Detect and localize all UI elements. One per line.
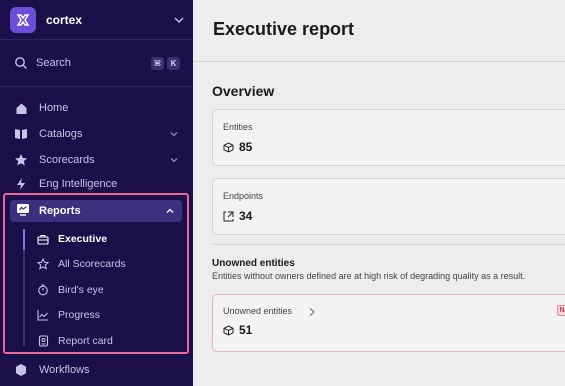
- cube-icon: [223, 324, 234, 336]
- divider: [212, 244, 565, 245]
- main-content: Executive report Overview Entities 85 En…: [193, 0, 565, 386]
- divider: [193, 61, 565, 62]
- section-title-unowned: Unowned entities: [212, 258, 295, 269]
- submenu-item-label: Executive: [58, 233, 108, 245]
- metric-value: 51: [239, 323, 253, 337]
- line-chart-icon: [37, 309, 49, 321]
- nav-item-eng-intelligence[interactable]: Eng Intelligence: [14, 174, 180, 194]
- submenu-item-label: All Scorecards: [58, 258, 126, 270]
- metric-card-endpoints[interactable]: Endpoints 34: [212, 178, 565, 235]
- chevron-down-icon: [170, 158, 178, 163]
- briefcase-icon: [37, 233, 49, 245]
- divider: [0, 86, 193, 87]
- nav-item-label: Workflows: [39, 364, 90, 376]
- chevron-down-icon: [170, 132, 178, 137]
- nav-item-label: Home: [39, 102, 69, 114]
- nav-item-label: Eng Intelligence: [39, 178, 118, 190]
- submenu-item-label: Progress: [58, 309, 101, 321]
- chevron-down-icon[interactable]: [172, 13, 186, 27]
- report-card-icon: [37, 335, 49, 347]
- metric-label: Entities: [223, 122, 253, 132]
- endpoint-icon: [223, 211, 234, 221]
- submenu-item-progress[interactable]: Progress: [37, 306, 177, 324]
- star-icon: [14, 153, 28, 167]
- active-indicator: [23, 229, 25, 250]
- search-label: Search: [36, 57, 71, 69]
- book-icon: [14, 127, 28, 141]
- metric-card-entities[interactable]: Entities 85: [212, 109, 565, 166]
- divider: [0, 39, 193, 40]
- lightning-icon: [14, 177, 28, 191]
- metric-label: Unowned entities: [223, 306, 293, 316]
- star-outline-icon: [37, 258, 49, 270]
- workspace-switcher[interactable]: cortex: [10, 7, 186, 33]
- nav-item-home[interactable]: Home: [14, 98, 180, 118]
- nav-item-label: Reports: [39, 205, 81, 217]
- chevron-right-icon[interactable]: [308, 307, 316, 317]
- nav-item-scorecards[interactable]: Scorecards: [14, 150, 180, 170]
- section-description: Entities without owners defined are at h…: [212, 271, 526, 281]
- submenu-item-label: Bird's eye: [58, 284, 104, 296]
- shortcut-key: ⌘: [151, 56, 164, 70]
- nav-item-label: Catalogs: [39, 128, 83, 140]
- sidebar: cortex Search ⌘ K Home Catalogs Scorecar…: [0, 0, 193, 386]
- submenu-item-report-card[interactable]: Report card: [37, 332, 177, 350]
- shortcut-key: K: [167, 56, 180, 70]
- cortex-logo-icon: [10, 7, 36, 33]
- nav-item-catalogs[interactable]: Catalogs: [14, 124, 180, 144]
- nav-item-label: Scorecards: [39, 154, 95, 166]
- cube-icon: [223, 141, 234, 153]
- report-icon: [16, 203, 30, 219]
- metric-value: 34: [239, 209, 253, 223]
- metric-label: Endpoints: [223, 191, 264, 201]
- nav-item-reports[interactable]: Reports: [10, 200, 182, 222]
- metric-value: 85: [239, 140, 253, 154]
- metric-card-unowned-entities[interactable]: Unowned entities 51: [212, 294, 565, 352]
- chevron-up-icon: [166, 208, 174, 213]
- timer-icon: [37, 284, 49, 296]
- search-icon: [15, 57, 27, 69]
- nav-item-workflows[interactable]: Workflows: [14, 360, 180, 380]
- submenu-item-label: Report card: [58, 335, 113, 347]
- search-button[interactable]: Search ⌘ K: [14, 54, 180, 72]
- workflow-icon: [14, 363, 28, 377]
- home-icon: [14, 101, 28, 115]
- status-badge: N: [557, 305, 565, 316]
- page-title: Executive report: [213, 19, 355, 39]
- submenu-item-executive[interactable]: Executive: [37, 230, 177, 248]
- submenu-item-birds-eye[interactable]: Bird's eye: [37, 281, 177, 299]
- section-title-overview: Overview: [212, 83, 275, 99]
- workspace-name: cortex: [46, 13, 83, 27]
- submenu-item-all-scorecards[interactable]: All Scorecards: [37, 255, 177, 273]
